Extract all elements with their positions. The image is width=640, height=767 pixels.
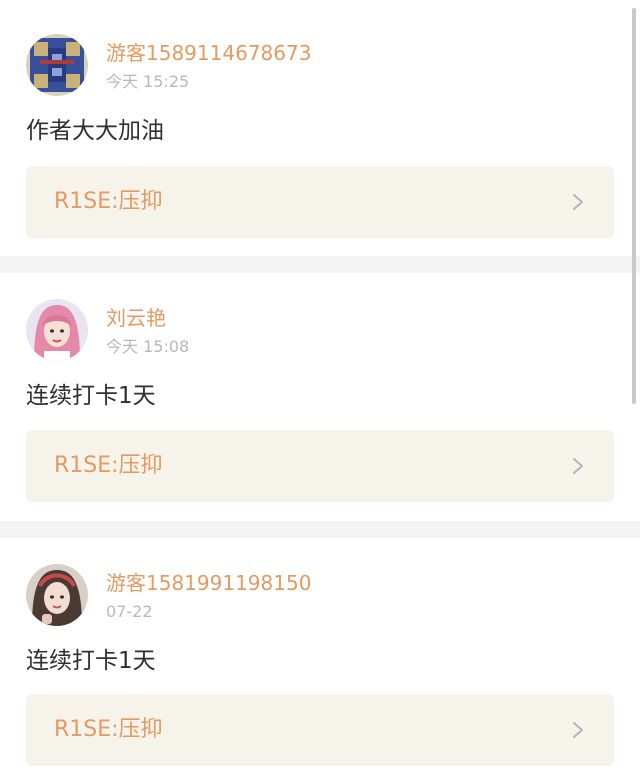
pixel-art-avatar-icon[interactable] bbox=[26, 34, 88, 96]
username[interactable]: 刘云艳 bbox=[106, 306, 166, 330]
username[interactable]: 游客1581991198150 bbox=[106, 571, 311, 595]
comment-card-1: 游客1589114678673 今天 15:25 作者大大加油 R1SE:压抑 bbox=[0, 0, 640, 256]
work-title: R1SE:压抑 bbox=[54, 717, 163, 742]
chevron-right-icon bbox=[573, 722, 583, 738]
comment-card-3: 游客1581991198150 07-22 连续打卡1天 R1SE:压抑 bbox=[0, 538, 640, 767]
pink-hair-girl-avatar-icon[interactable] bbox=[26, 299, 88, 361]
comment-text: 连续打卡1天 bbox=[26, 383, 156, 409]
work-link-button[interactable]: R1SE:压抑 bbox=[26, 430, 614, 502]
card-separator bbox=[0, 521, 640, 538]
username[interactable]: 游客1589114678673 bbox=[106, 41, 311, 65]
work-link-button[interactable]: R1SE:压抑 bbox=[26, 166, 614, 238]
comment-text: 连续打卡1天 bbox=[26, 648, 156, 674]
post-time: 今天 15:25 bbox=[106, 72, 190, 91]
work-title: R1SE:压抑 bbox=[54, 189, 163, 214]
comment-card-2: 刘云艳 今天 15:08 连续打卡1天 R1SE:压抑 bbox=[0, 273, 640, 521]
scrollbar[interactable] bbox=[632, 8, 636, 404]
card-separator bbox=[0, 256, 640, 273]
work-link-button[interactable]: R1SE:压抑 bbox=[26, 694, 614, 766]
comment-text: 作者大大加油 bbox=[26, 118, 164, 144]
chevron-right-icon bbox=[573, 194, 583, 210]
girl-photo-avatar-icon[interactable] bbox=[26, 564, 88, 626]
post-time: 07-22 bbox=[106, 602, 153, 621]
work-title: R1SE:压抑 bbox=[54, 453, 163, 478]
post-time: 今天 15:08 bbox=[106, 337, 190, 356]
chevron-right-icon bbox=[573, 458, 583, 474]
